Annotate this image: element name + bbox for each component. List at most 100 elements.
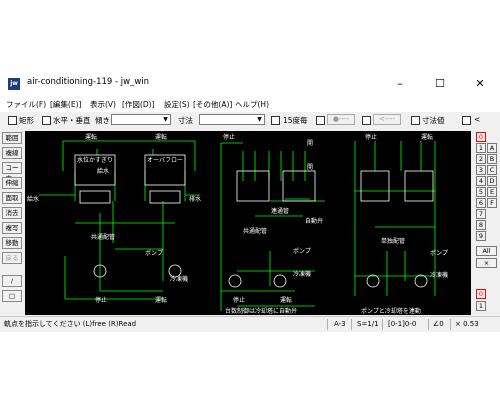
- layer-group-4[interactable]: 4: [476, 176, 486, 186]
- tool-line[interactable]: /: [2, 275, 22, 287]
- status-divider: [351, 319, 352, 330]
- layer-1-button[interactable]: 1: [476, 301, 486, 311]
- layer-group-5[interactable]: 5: [476, 187, 486, 197]
- layer-group-2[interactable]: 2: [476, 154, 486, 164]
- svg-text:ポンプ: ポンプ: [430, 249, 448, 257]
- svg-text:運転: 運転: [155, 296, 167, 304]
- tool-offset[interactable]: 複線: [2, 147, 22, 159]
- layer-x-button[interactable]: ×: [476, 258, 497, 268]
- scale-display[interactable]: S=1/1: [357, 319, 379, 330]
- svg-text:連通管: 連通管: [271, 207, 289, 215]
- status-divider: [327, 319, 328, 330]
- svg-text:停止: 停止: [233, 296, 245, 304]
- hv-label: 水平・垂直: [53, 116, 91, 125]
- zoom-display[interactable]: × 0.53: [455, 319, 479, 330]
- svg-text:共通配管: 共通配管: [91, 233, 115, 241]
- options-toolbar: 矩形 水平・垂直 傾き ▼ 寸法 ▼ 15度毎 ●---- <---- 寸法値 …: [0, 112, 500, 129]
- layer-group-1[interactable]: 1: [476, 143, 486, 153]
- left-toolbox: 範囲 複線 コーナー 伸縮 面取 消去 複写 移動 戻る / □: [0, 131, 24, 315]
- svg-text:台数制御は冷却塔に自動弁: 台数制御は冷却塔に自動弁: [225, 307, 297, 315]
- layer-group-b[interactable]: B: [487, 154, 497, 164]
- layer-group-8[interactable]: 8: [476, 220, 486, 230]
- svg-text:ポンプ: ポンプ: [293, 247, 311, 255]
- hv-checkbox[interactable]: [42, 116, 51, 125]
- maximize-button[interactable]: ☐: [420, 69, 460, 98]
- dim-label: 寸法: [178, 116, 193, 125]
- status-divider: [382, 319, 383, 330]
- svg-text:開: 開: [307, 164, 313, 171]
- window-title: air-conditioning-119 - jw_win: [27, 77, 150, 87]
- layer-group-9[interactable]: 9: [476, 231, 486, 241]
- tool-rectangle[interactable]: □: [2, 290, 22, 302]
- menu-settings[interactable]: 設定(S): [164, 99, 190, 110]
- lt-checkbox[interactable]: [462, 116, 471, 125]
- rect-label: 矩形: [19, 116, 34, 125]
- tool-erase[interactable]: 消去: [2, 207, 22, 219]
- menu-edit[interactable]: [編集(E)]: [50, 99, 81, 110]
- dimval-checkbox[interactable]: [411, 116, 420, 125]
- svg-text:給水: 給水: [27, 195, 39, 203]
- tool-range[interactable]: 範囲: [2, 132, 22, 144]
- svg-text:オーバフロー: オーバフロー: [147, 157, 183, 164]
- menu-draw[interactable]: [作図(D)]: [122, 99, 154, 110]
- svg-text:運転: 運転: [280, 296, 292, 304]
- tool-copy[interactable]: 複写: [2, 222, 22, 234]
- layer-group-e[interactable]: E: [487, 187, 497, 197]
- equipment-outlines: [74, 154, 434, 288]
- layer-group-f[interactable]: F: [487, 198, 497, 208]
- svg-text:ポンプと冷却塔を連動: ポンプと冷却塔を連動: [361, 307, 421, 315]
- layer-group-a[interactable]: A: [487, 143, 497, 153]
- svg-text:開: 開: [307, 140, 313, 147]
- layer-group-d[interactable]: D: [487, 176, 497, 186]
- layer-group-3[interactable]: 3: [476, 165, 486, 175]
- drawing-labels: 運転 運転 水位かすぎり オーバフロー 給水 給水 排水 共通配管 ポンプ 冷凍…: [27, 133, 448, 315]
- circle-checkbox[interactable]: [316, 116, 325, 125]
- close-button[interactable]: ✕: [460, 69, 500, 98]
- title-bar: jw air-conditioning-119 - jw_win – ☐ ✕: [0, 69, 500, 98]
- drawing-canvas[interactable]: 運転 運転 水位かすぎり オーバフロー 給水 給水 排水 共通配管 ポンプ 冷凍…: [25, 131, 471, 315]
- menu-file[interactable]: ファイル(F): [6, 99, 46, 110]
- layer-group-0[interactable]: 0: [476, 132, 486, 142]
- chevron-down-icon: ▼: [163, 116, 168, 123]
- tool-stretch[interactable]: 伸縮: [2, 177, 22, 189]
- svg-text:自動弁: 自動弁: [305, 217, 323, 225]
- menu-other[interactable]: [その他(A)]: [193, 99, 232, 110]
- tool-move[interactable]: 移動: [2, 237, 22, 249]
- layer-group-7[interactable]: 7: [476, 209, 486, 219]
- tilt-label: 傾き: [95, 116, 110, 125]
- chevron-down-icon: ▼: [257, 116, 262, 123]
- svg-text:冷凍機: 冷凍機: [293, 270, 311, 278]
- rect-checkbox[interactable]: [8, 116, 17, 125]
- deg15-label: 15度毎: [283, 116, 308, 125]
- cad-drawing: 運転 運転 水位かすぎり オーバフロー 給水 給水 排水 共通配管 ポンプ 冷凍…: [27, 133, 448, 315]
- menu-help[interactable]: ヘルプ(H): [235, 99, 269, 110]
- layer-group-6[interactable]: 6: [476, 198, 486, 208]
- svg-text:単独配管: 単独配管: [381, 237, 405, 245]
- svg-text:冷凍機: 冷凍機: [430, 271, 448, 279]
- arrow-dash-button[interactable]: <----: [373, 114, 401, 125]
- layer-0-button[interactable]: 0: [476, 289, 486, 299]
- status-divider: [450, 319, 451, 330]
- arrow-checkbox[interactable]: [362, 116, 371, 125]
- paper-size[interactable]: A-3: [334, 319, 346, 330]
- status-message: 軌点を指示してください (L)free (R)Read: [4, 320, 137, 328]
- layer-group-c[interactable]: C: [487, 165, 497, 175]
- piping-lines: [39, 140, 436, 311]
- app-window: jw air-conditioning-119 - jw_win – ☐ ✕ フ…: [0, 69, 500, 332]
- deg15-checkbox[interactable]: [271, 116, 280, 125]
- layer-all-button[interactable]: All: [476, 246, 497, 256]
- tool-undo[interactable]: 戻る: [2, 252, 22, 264]
- menu-view[interactable]: 表示(V): [90, 99, 116, 110]
- minimize-button[interactable]: –: [380, 69, 420, 98]
- svg-text:冷凍機: 冷凍機: [170, 275, 188, 283]
- angle-display[interactable]: ∠0: [433, 319, 444, 330]
- dim-combo[interactable]: ▼: [199, 114, 265, 125]
- svg-text:運転: 運転: [155, 133, 167, 141]
- tool-chamfer[interactable]: 面取: [2, 192, 22, 204]
- circle-dash-button[interactable]: ●----: [327, 114, 355, 125]
- svg-text:ポンプ: ポンプ: [145, 249, 163, 257]
- layer-display[interactable]: [0-1]0-0: [388, 319, 416, 330]
- tilt-combo[interactable]: ▼: [111, 114, 171, 125]
- tool-corner[interactable]: コーナー: [2, 162, 22, 182]
- lt-label: <: [474, 115, 481, 124]
